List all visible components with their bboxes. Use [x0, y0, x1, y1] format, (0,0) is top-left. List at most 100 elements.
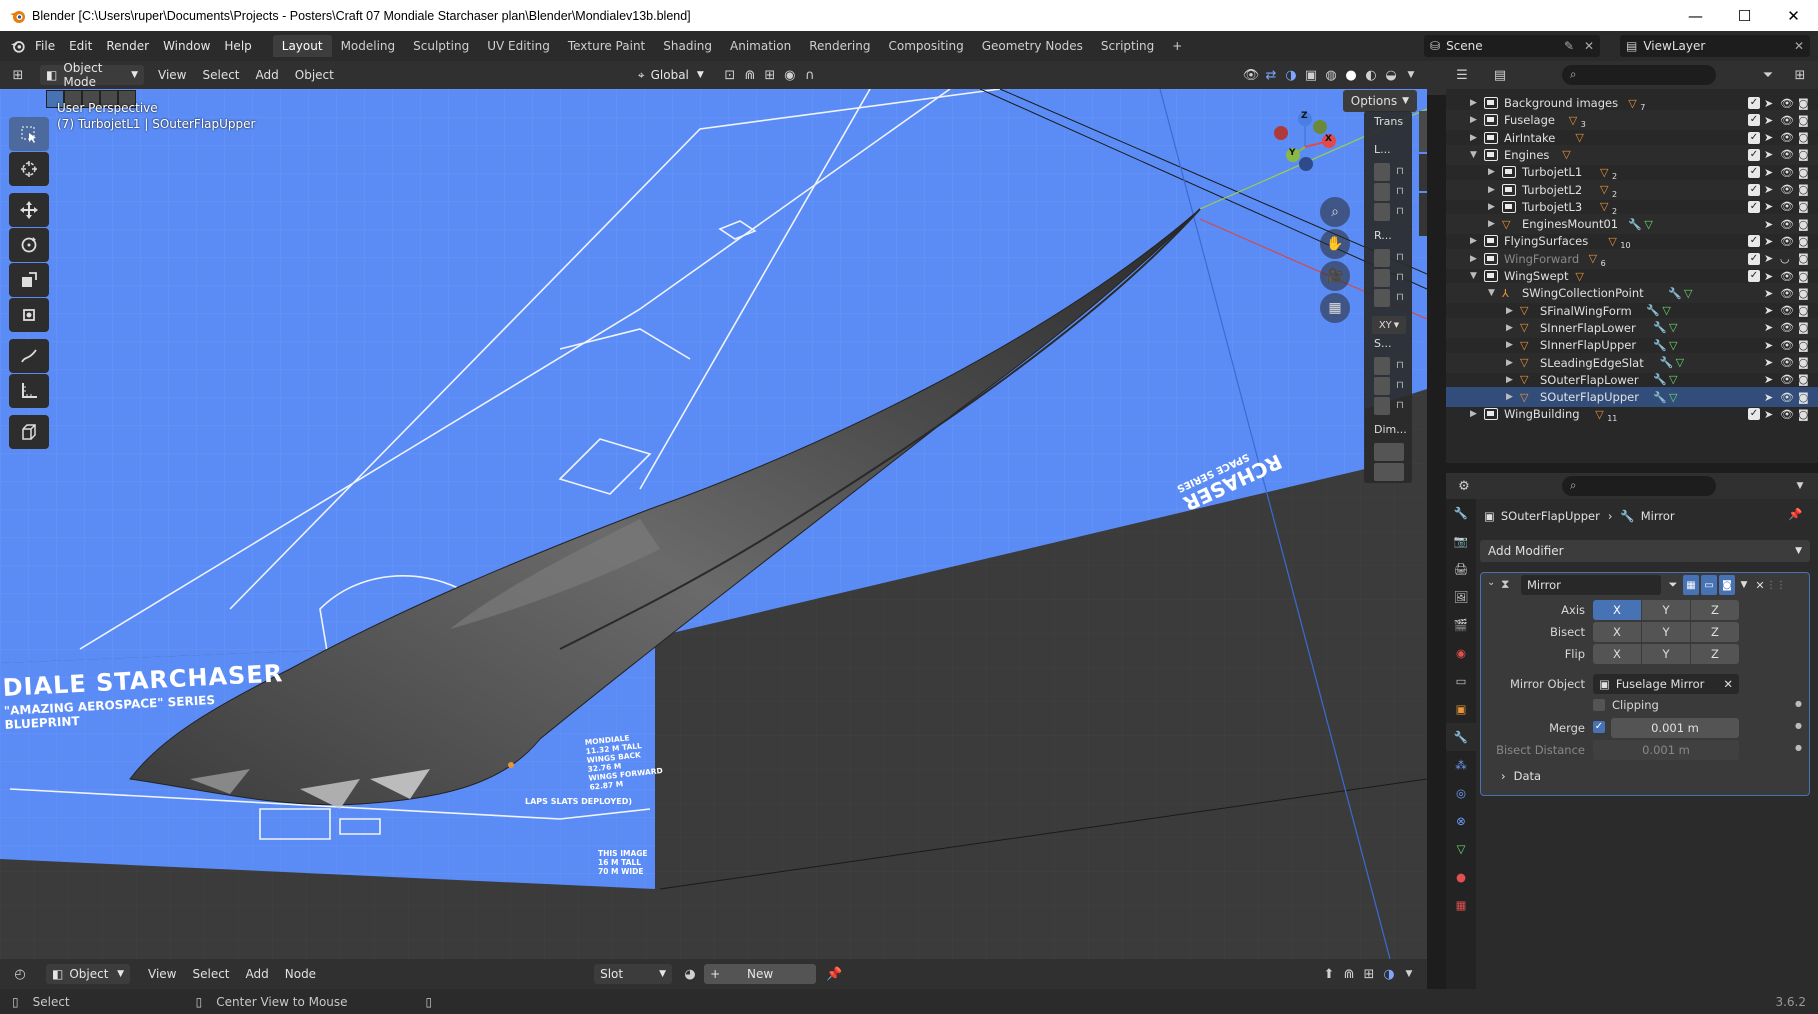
render-camera-icon[interactable]: ◙	[1798, 114, 1809, 127]
render-camera-icon[interactable]: ◙	[1798, 391, 1809, 404]
axis-x-toggle[interactable]: X	[1593, 600, 1641, 620]
rotation-x-field[interactable]	[1374, 249, 1390, 267]
expand-right-icon[interactable]: ▶	[1488, 202, 1498, 212]
render-camera-icon[interactable]: ◙	[1798, 166, 1809, 179]
snap-icon[interactable]: ⋒	[740, 65, 760, 85]
rotation-z-field[interactable]	[1374, 289, 1390, 307]
merge-checkbox[interactable]: ✓	[1593, 721, 1605, 733]
tab-modeling[interactable]: Modeling	[332, 35, 405, 57]
scale-tool-icon[interactable]	[9, 263, 49, 297]
menu-select[interactable]: Select	[184, 967, 237, 981]
pin-icon[interactable]: 📌	[824, 964, 844, 984]
editor-type-icon[interactable]: ☰	[1452, 65, 1472, 85]
expand-right-icon[interactable]: ▶	[1506, 358, 1516, 368]
tab-compositing[interactable]: Compositing	[879, 35, 972, 57]
render-camera-icon[interactable]: ◙	[1798, 408, 1809, 421]
display-mode-icon[interactable]: ▤	[1490, 65, 1510, 85]
child-objects-icon[interactable]: ▽	[1608, 235, 1616, 248]
editor-type-icon[interactable]: ⊞	[8, 65, 28, 85]
physics-tab-icon[interactable]: ◎	[1446, 779, 1476, 807]
3d-viewport[interactable]: DIALE STARCHASER "AMAZING AEROSPACE" SER…	[0, 89, 1427, 959]
render-camera-icon[interactable]: ◙	[1798, 304, 1809, 317]
tab-scripting[interactable]: Scripting	[1092, 35, 1163, 57]
exclude-checkbox[interactable]: ✓	[1748, 114, 1760, 127]
remove-modifier-icon[interactable]: ✕	[1753, 575, 1767, 595]
expand-right-icon[interactable]: ▶	[1488, 167, 1498, 177]
texture-tab-icon[interactable]: ▦	[1446, 891, 1476, 919]
visibility-eye-icon[interactable]: 👁	[1780, 373, 1794, 386]
keyframe-dot-icon[interactable]: ●	[1795, 743, 1802, 752]
view-layer-tab-icon[interactable]: 🖼	[1446, 583, 1476, 611]
expand-right-icon[interactable]: ▶	[1506, 306, 1516, 316]
properties-search-input[interactable]: ⌕	[1562, 476, 1716, 496]
mesh-data-icon[interactable]: ▽	[1669, 373, 1677, 386]
menu-node[interactable]: Node	[277, 967, 324, 981]
lock-icon[interactable]: ⊓	[1396, 292, 1408, 304]
render-camera-icon[interactable]: ◙	[1798, 235, 1809, 248]
new-material-button[interactable]: + New	[704, 964, 817, 984]
expand-right-icon[interactable]: ▶	[1488, 185, 1498, 195]
particles-tab-icon[interactable]: ⁂	[1446, 751, 1476, 779]
outliner-row[interactable]: ▶ WingBuilding ▽ 11 ✓ ➤ 👁 ◙	[1446, 404, 1818, 424]
blender-menu-icon[interactable]	[10, 37, 28, 55]
lock-icon[interactable]: ⊓	[1396, 252, 1408, 264]
modifier-icon[interactable]: 🔧	[1660, 356, 1674, 369]
visibility-eye-icon[interactable]: 👁	[1780, 183, 1794, 196]
chevron-down-icon[interactable]: ▼	[1399, 964, 1419, 984]
render-camera-icon[interactable]: ◙	[1798, 148, 1809, 161]
flip-y-toggle[interactable]: Y	[1642, 644, 1690, 664]
render-camera-icon[interactable]: ◙	[1798, 373, 1809, 386]
selectable-arrow-icon[interactable]: ➤	[1764, 200, 1773, 213]
visibility-eye-icon[interactable]: 👁	[1780, 131, 1794, 144]
menu-add[interactable]: Add	[238, 967, 277, 981]
xray-icon[interactable]: ▣	[1301, 65, 1321, 85]
viewlayer-selector[interactable]: ▤ ViewLayer ✕	[1620, 35, 1810, 57]
new-collection-icon[interactable]: ⊞	[1790, 65, 1810, 85]
selectable-arrow-icon[interactable]: ➤	[1764, 321, 1773, 334]
close-window-button[interactable]: ✕	[1769, 0, 1818, 31]
scale-z-field[interactable]	[1374, 397, 1390, 415]
constraints-tab-icon[interactable]: ⊗	[1446, 807, 1476, 835]
visibility-eye-icon[interactable]: 👁	[1780, 218, 1794, 231]
selectable-arrow-icon[interactable]: ➤	[1764, 131, 1773, 144]
dimensions-x-field[interactable]	[1374, 443, 1404, 461]
tab-animation[interactable]: Animation	[721, 35, 800, 57]
visibility-eye-icon[interactable]: 👁	[1780, 304, 1794, 317]
render-camera-icon[interactable]: ◙	[1798, 339, 1809, 352]
menu-object[interactable]: Object	[287, 68, 342, 82]
visibility-eye-icon[interactable]: 👁	[1780, 339, 1794, 352]
mesh-data-icon[interactable]: ▽	[1684, 287, 1692, 300]
rotation-y-field[interactable]	[1374, 269, 1390, 287]
visibility-eye-icon[interactable]: 👁	[1780, 166, 1794, 179]
scene-selector[interactable]: ⛁ Scene ✎ ✕	[1424, 35, 1600, 57]
close-icon[interactable]: ✕	[1794, 39, 1804, 53]
tab-texture-paint[interactable]: Texture Paint	[559, 35, 654, 57]
visibility-icon[interactable]: 👁	[1241, 65, 1261, 85]
menu-help[interactable]: Help	[217, 39, 258, 53]
exclude-checkbox[interactable]: ✓	[1748, 97, 1760, 109]
clipping-checkbox[interactable]	[1593, 699, 1605, 711]
modifier-icon[interactable]: 🔧	[1653, 391, 1667, 404]
mesh-data-icon[interactable]: ▽	[1669, 339, 1677, 352]
mode-dropdown[interactable]: ◧ Object Mode ▼	[40, 61, 144, 89]
expand-right-icon[interactable]: ▶	[1470, 115, 1480, 125]
render-camera-icon[interactable]: ◙	[1798, 356, 1809, 369]
outliner-search-input[interactable]: ⌕	[1562, 65, 1716, 85]
exclude-checkbox[interactable]: ✓	[1748, 131, 1760, 144]
material-browse-icon[interactable]: ◕	[680, 964, 700, 984]
shader-type-dropdown[interactable]: ◧ Object ▼	[46, 964, 130, 984]
lock-icon[interactable]: ⊓	[1396, 206, 1408, 218]
expand-right-icon[interactable]: ▶	[1470, 98, 1480, 108]
exclude-checkbox[interactable]: ✓	[1748, 200, 1760, 213]
tab-item[interactable]: Item	[1419, 111, 1427, 153]
selectable-arrow-icon[interactable]: ➤	[1764, 114, 1773, 127]
move-tool-icon[interactable]	[9, 193, 49, 227]
expand-right-icon[interactable]: ▶	[1470, 236, 1480, 246]
render-display-icon[interactable]: ◙	[1719, 575, 1735, 595]
child-objects-icon[interactable]: ▽	[1628, 97, 1636, 110]
visibility-eye-icon[interactable]: 👁	[1780, 114, 1794, 127]
cursor-tool-icon[interactable]	[9, 152, 49, 186]
render-camera-icon[interactable]: ◙	[1798, 252, 1809, 265]
edit-mode-cage-icon[interactable]: ⏷	[1665, 575, 1681, 595]
data-subpanel-header[interactable]: › Data	[1501, 769, 1541, 783]
